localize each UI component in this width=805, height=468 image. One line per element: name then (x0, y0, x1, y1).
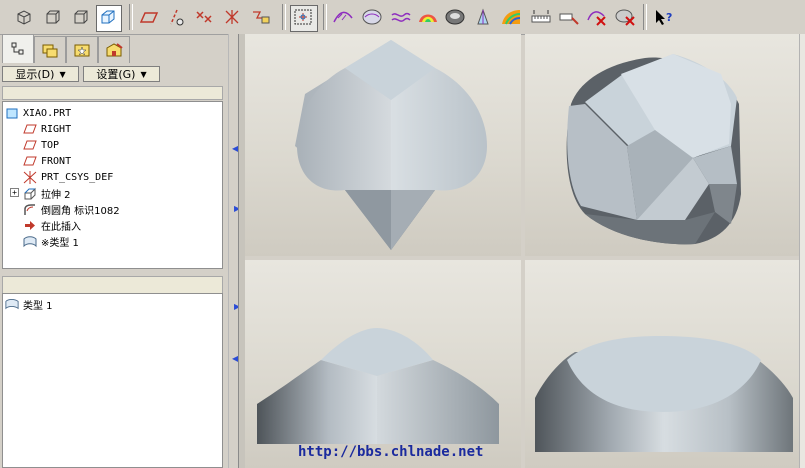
clear-icon[interactable] (614, 5, 636, 29)
graphics-window-frame (238, 34, 245, 468)
tree-item-label: 在此插入 (41, 221, 81, 233)
tree-item-insert-here[interactable]: 在此插入 (23, 217, 242, 233)
delete-analysis-icon[interactable] (586, 5, 608, 29)
model-view-front (295, 40, 487, 250)
datum-plane-icon (23, 138, 37, 152)
style-icon (23, 234, 37, 248)
model-view-side (257, 328, 499, 444)
tree-item-style[interactable]: ※类型 1 (23, 233, 242, 249)
datum-sketch-icon[interactable] (250, 5, 272, 29)
viewport-bottom-left[interactable] (245, 260, 521, 468)
layer-list[interactable]: 类型 1 (2, 293, 223, 468)
draft-icon[interactable] (444, 5, 466, 29)
tree-item-label: RIGHT (41, 123, 72, 135)
tree-item-round[interactable]: 倒圆角 标识1082 (23, 201, 242, 217)
style-icon (5, 297, 19, 311)
datum-csys-icon[interactable] (222, 5, 244, 29)
surface-analysis-icon[interactable] (361, 5, 383, 29)
list-item-label: 类型 1 (23, 300, 53, 312)
dimension-icon[interactable] (558, 5, 580, 29)
tree-item-label: FRONT (41, 155, 72, 167)
view-back-icon[interactable] (42, 5, 64, 29)
curvature-icon[interactable] (390, 5, 412, 29)
datum-plane-icon[interactable] (139, 5, 161, 29)
tree-item-label: ※类型 1 (41, 237, 79, 249)
settings-dropdown-label: 设置(G) (96, 68, 136, 81)
expand-toggle[interactable]: + (10, 188, 19, 197)
model-tree-panel: 显示(D) ▼ 设置(G) ▼ XIAO.PRT RIGHT TOP FRONT P… (0, 34, 227, 468)
insert-here-icon (23, 218, 37, 232)
model-view-iso (566, 54, 741, 245)
round-icon (23, 202, 37, 216)
datum-plane-icon (23, 154, 37, 168)
svg-text:?: ? (666, 11, 672, 24)
datum-point-icon[interactable] (193, 5, 215, 29)
datum-axis-icon[interactable] (164, 5, 186, 29)
viewport-top-right[interactable] (525, 34, 799, 256)
view-side-icon[interactable] (70, 5, 92, 29)
shading-icon[interactable] (417, 5, 439, 29)
tree-item-label: 拉伸 2 (41, 189, 71, 201)
favorites-icon (74, 44, 90, 57)
show-dropdown-label: 显示(D) (15, 68, 55, 81)
list-item[interactable]: 类型 1 (5, 296, 224, 312)
connections-icon (106, 43, 123, 57)
model-tree-icon (11, 42, 24, 55)
dropdown-arrow-icon: ▼ (59, 69, 66, 79)
dropdown-arrow-icon: ▼ (140, 69, 147, 79)
model-tree[interactable]: XIAO.PRT RIGHT TOP FRONT PRT_CSYS_DEF + … (2, 101, 223, 269)
settings-dropdown[interactable]: 设置(G) ▼ (83, 66, 160, 82)
curve-analysis-icon[interactable] (332, 5, 354, 29)
tree-item-right[interactable]: RIGHT (23, 121, 242, 137)
viewport-top-left[interactable] (245, 34, 521, 256)
whats-this-icon[interactable]: ? (653, 5, 675, 29)
view-front-icon[interactable] (13, 5, 35, 29)
tree-item-extrude[interactable]: 拉伸 2 (23, 185, 242, 201)
tab-favorites[interactable] (66, 36, 98, 63)
tab-connections[interactable] (98, 36, 130, 63)
datum-plane-icon (23, 122, 37, 136)
folder-browser-icon (42, 44, 58, 58)
model-view-top (535, 336, 793, 452)
extrude-icon (23, 186, 37, 200)
tree-item-part[interactable]: XIAO.PRT (5, 105, 224, 121)
csys-icon (23, 170, 37, 184)
layer-header-bar (2, 276, 223, 294)
tree-item-label: TOP (41, 139, 60, 151)
tab-model-tree[interactable] (2, 34, 34, 63)
spin-center-icon[interactable] (292, 5, 314, 29)
tree-item-csys[interactable]: PRT_CSYS_DEF (23, 169, 242, 185)
viewport-bottom-right[interactable] (525, 260, 799, 468)
show-dropdown[interactable]: 显示(D) ▼ (2, 66, 79, 82)
tree-item-label: PRT_CSYS_DEF (41, 171, 114, 183)
tree-item-top[interactable]: TOP (23, 137, 242, 153)
measure-icon[interactable] (530, 5, 552, 29)
vertical-scrollbar[interactable] (799, 34, 805, 468)
tree-item-label: XIAO.PRT (23, 107, 72, 119)
view-iso-icon[interactable] (97, 5, 119, 29)
slope-icon[interactable] (472, 5, 494, 29)
watermark-text: http://bbs.chlnade.net (298, 444, 484, 460)
tree-header-bar (2, 86, 223, 100)
main-toolbar: ? (0, 0, 805, 35)
part-icon (5, 106, 19, 120)
tree-item-label: 倒圆角 标识1082 (41, 205, 120, 217)
reflection-icon[interactable] (500, 5, 522, 29)
tab-folder-browser[interactable] (34, 36, 66, 63)
tree-item-front[interactable]: FRONT (23, 153, 242, 169)
